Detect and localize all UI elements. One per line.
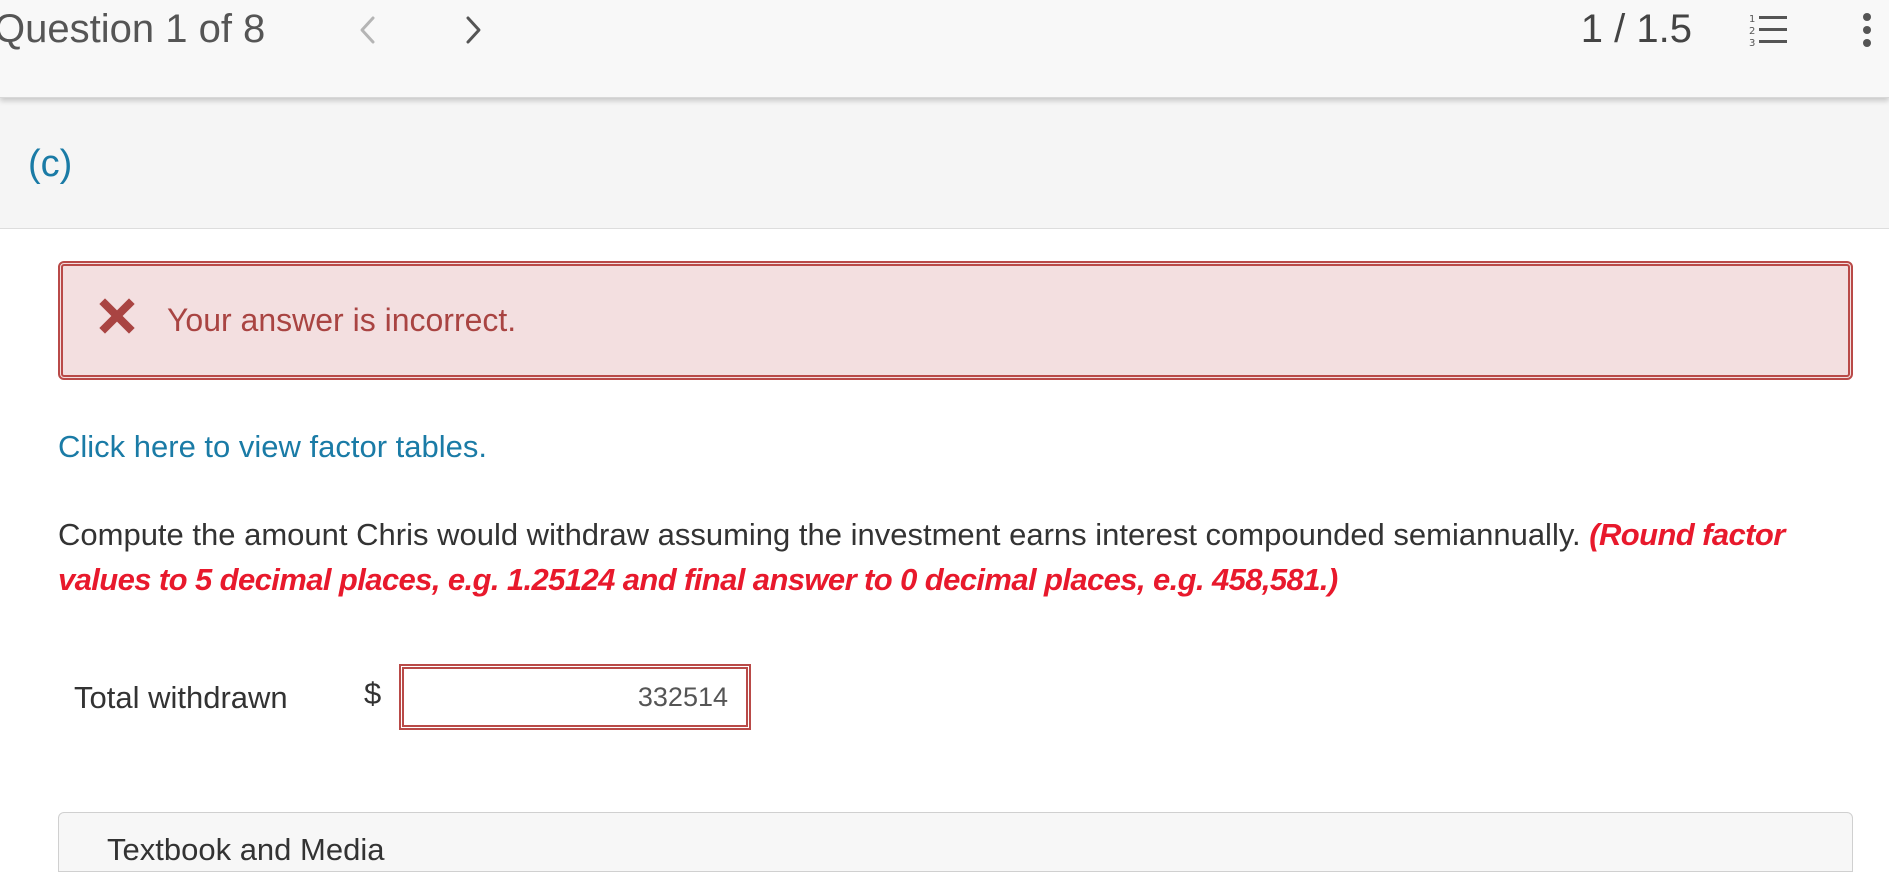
currency-symbol: $ [364, 676, 382, 711]
textbook-media-title: Textbook and Media [107, 832, 385, 867]
incorrect-answer-alert: Your answer is incorrect. [58, 261, 1853, 380]
svg-text:3: 3 [1749, 38, 1755, 48]
svg-text:2: 2 [1749, 26, 1755, 37]
textbook-media-panel[interactable]: Textbook and Media [58, 812, 1853, 872]
next-question-button[interactable] [451, 8, 495, 52]
question-counter: Question 1 of 8 [0, 7, 266, 51]
vertical-dots-icon [1863, 13, 1871, 47]
score-display: 1 / 1.5 [1580, 7, 1692, 51]
answer-label: Total withdrawn [74, 680, 288, 715]
numbered-list-icon: 1 2 3 [1749, 14, 1787, 48]
part-header: (c) [0, 98, 1889, 229]
question-text: Compute the amount Chris would withdraw … [58, 512, 1828, 602]
chevron-left-icon [360, 16, 375, 44]
chevron-right-icon [466, 16, 481, 44]
svg-text:1: 1 [1749, 14, 1755, 25]
total-withdrawn-input[interactable] [399, 664, 751, 730]
question-nav-bar: Question 1 of 8 1 / 1.5 1 2 3 [0, 0, 1889, 98]
more-options-button[interactable] [1852, 8, 1882, 52]
question-list-button[interactable]: 1 2 3 [1744, 8, 1792, 52]
factor-tables-link[interactable]: Click here to view factor tables. [58, 428, 487, 466]
x-mark-icon [99, 298, 135, 334]
alert-message: Your answer is incorrect. [167, 302, 517, 338]
part-label: (c) [28, 143, 73, 185]
previous-question-button[interactable] [346, 8, 390, 52]
question-prompt: Compute the amount Chris would withdraw … [58, 517, 1581, 552]
